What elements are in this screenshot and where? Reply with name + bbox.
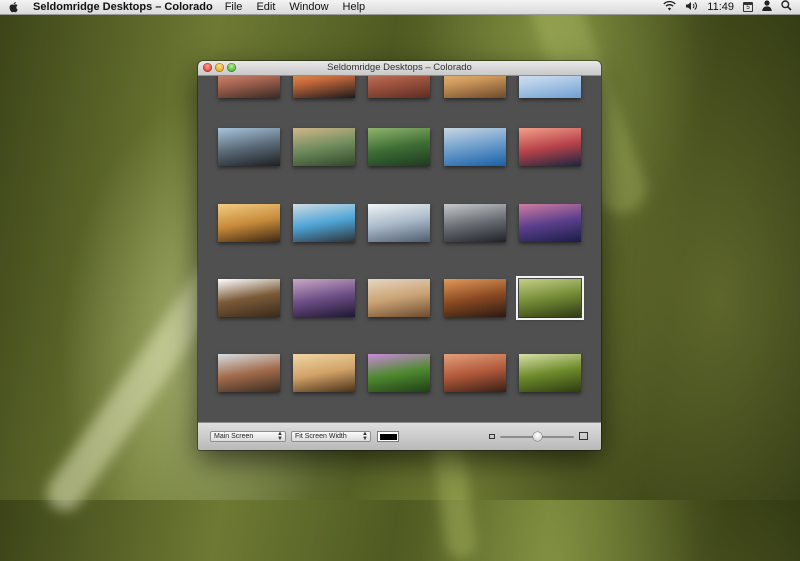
menu-file[interactable]: File xyxy=(225,1,243,13)
popup-arrows-icon: ▲ ▼ xyxy=(362,431,368,442)
popup-arrows-icon: ▲ ▼ xyxy=(277,431,283,442)
zoom-window-icon[interactable] xyxy=(227,63,236,72)
thumbnail-golden-haze[interactable] xyxy=(218,204,280,242)
screen-select[interactable]: Main Screen ▲ ▼ xyxy=(210,431,286,442)
thumbnail-red-canyon-walls[interactable] xyxy=(444,354,506,392)
thumbnail-sunset-ridge[interactable] xyxy=(293,76,355,98)
thumbnail-dew-on-grass[interactable] xyxy=(519,354,581,392)
thumbnail-red-sunset-clouds[interactable] xyxy=(519,128,581,166)
thumbnail-blue-mountain-range[interactable] xyxy=(444,128,506,166)
thumbnail-sand-dunes[interactable] xyxy=(444,76,506,98)
color-swatch xyxy=(379,433,397,440)
slider-knob[interactable] xyxy=(532,432,542,441)
wifi-icon[interactable] xyxy=(663,0,676,14)
thumbnail-white-daisy[interactable] xyxy=(218,279,280,317)
thumbnail-sand-streak[interactable] xyxy=(444,279,506,317)
thumbnail-purple-dusk-hills[interactable] xyxy=(293,279,355,317)
thumbnail-desert-scrub[interactable] xyxy=(368,279,430,317)
status-area: 11:49 5 xyxy=(663,0,792,14)
minimize-window-icon[interactable] xyxy=(215,63,224,72)
menu-window[interactable]: Window xyxy=(289,1,328,13)
volume-icon[interactable] xyxy=(685,1,698,14)
thumbnail-golden-dunes[interactable] xyxy=(293,354,355,392)
title-bar[interactable]: Seldomridge Desktops – Colorado xyxy=(198,61,601,76)
thumbnail-lone-tree-night[interactable] xyxy=(444,204,506,242)
thumbnail-blue-ice-clouds[interactable] xyxy=(293,204,355,242)
thumbnail-purple-dusk[interactable] xyxy=(519,204,581,242)
close-window-icon[interactable] xyxy=(203,63,212,72)
thumbnail-green-forest[interactable] xyxy=(368,128,430,166)
spotlight-search-icon[interactable] xyxy=(781,0,792,14)
menu-bar: Seldomridge Desktops – Colorado File Edi… xyxy=(0,0,800,15)
app-window: Seldomridge Desktops – Colorado Main Scr… xyxy=(198,61,601,450)
window-controls xyxy=(203,63,236,72)
background-color-well[interactable] xyxy=(377,431,399,442)
fit-mode-select-value: Fit Screen Width xyxy=(295,433,347,440)
app-name-menu[interactable]: Seldomridge Desktops – Colorado xyxy=(33,1,213,13)
large-thumbnail-icon[interactable] xyxy=(579,432,588,440)
thumbnail-green-grass-blade[interactable] xyxy=(516,276,584,320)
screen-select-value: Main Screen xyxy=(214,433,254,440)
wallpaper-gallery[interactable] xyxy=(198,76,601,423)
thumbnail-snowy-peaks[interactable] xyxy=(368,204,430,242)
window-title: Seldomridge Desktops – Colorado xyxy=(327,62,472,73)
thumbnail-rock-cliff-sky[interactable] xyxy=(218,128,280,166)
apple-icon[interactable] xyxy=(9,1,21,13)
thumbnail-cloudy-mesa[interactable] xyxy=(218,354,280,392)
thumbnail-purple-flower[interactable] xyxy=(368,354,430,392)
menu-help[interactable]: Help xyxy=(343,1,366,13)
thumbnail-blue-sky[interactable] xyxy=(519,76,581,98)
menu-edit[interactable]: Edit xyxy=(256,1,275,13)
thumbnail-red-canyon[interactable] xyxy=(368,76,430,98)
calendar-icon[interactable]: 5 xyxy=(743,2,753,12)
bottom-toolbar: Main Screen ▲ ▼ Fit Screen Width ▲ ▼ xyxy=(198,422,601,450)
thumbnail-mountain-lake[interactable] xyxy=(293,128,355,166)
clock[interactable]: 11:49 xyxy=(707,1,734,13)
small-thumbnail-icon[interactable] xyxy=(489,434,495,439)
thumbnail-red-rocks[interactable] xyxy=(218,76,280,98)
fit-mode-select[interactable]: Fit Screen Width ▲ ▼ xyxy=(291,431,371,442)
user-icon[interactable] xyxy=(762,0,772,14)
